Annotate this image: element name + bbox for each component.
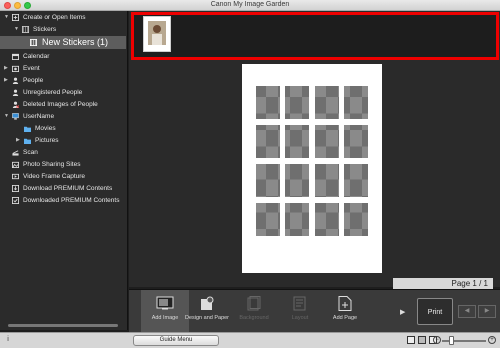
guide-menu-button[interactable]: Guide Menu (133, 335, 219, 346)
sidebar-item-download-premium-contents[interactable]: Download PREMIUM Contents (0, 183, 126, 194)
layout-label: Layout (291, 315, 309, 321)
sidebar-item-label: Unregistered People (23, 89, 83, 96)
folder-icon (24, 126, 31, 132)
sticker-frames (256, 86, 368, 236)
sidebar-item-event[interactable]: ▶ Event (0, 63, 126, 74)
sidebar-item-label: Stickers (33, 26, 57, 33)
download-premium-icon (12, 185, 19, 192)
sidebar-item-label: Calendar (23, 53, 50, 60)
sidebar: ▼ Create or Open Items ▼ Stickers New St… (0, 11, 128, 330)
next-page-button[interactable]: ▶ (478, 305, 496, 318)
folder-icon (24, 138, 31, 144)
sidebar-item-label: Movies (35, 125, 56, 132)
sidebar-item-stickers[interactable]: ▼ Stickers (0, 24, 126, 35)
sidebar-item-label: New Stickers (1) (42, 37, 109, 47)
sidebar-item-downloaded-premium-contents[interactable]: Downloaded PREMIUM Contents (0, 195, 126, 206)
zoom-in-icon[interactable]: + (488, 336, 496, 344)
sidebar-item-scan[interactable]: Scan (0, 147, 126, 158)
layout-icon (293, 296, 306, 311)
sidebar-item-label: Create or Open Items (23, 14, 86, 21)
sidebar-item-label: Photo Sharing Sites (23, 161, 81, 168)
design-paper-icon (201, 296, 214, 310)
sidebar-item-label: Download PREMIUM Contents (23, 185, 113, 192)
page-thumbnail[interactable] (143, 16, 171, 52)
zoom-slider-handle[interactable] (449, 336, 454, 345)
sidebar-item-label: UserName (23, 113, 55, 120)
expanded-arrow-icon[interactable]: ▼ (14, 24, 19, 35)
design-and-paper-button[interactable]: Design and Paper (183, 290, 231, 332)
collapsed-arrow-icon[interactable]: ▶ (4, 63, 8, 74)
sidebar-item-calendar[interactable]: Calendar (0, 51, 126, 62)
create-items-icon (12, 14, 19, 21)
collapsed-arrow-icon[interactable]: ▶ (16, 135, 20, 146)
calendar-icon (12, 53, 19, 60)
info-icon[interactable]: i (4, 336, 12, 344)
sidebar-item-new-stickers[interactable]: New Stickers (1) (0, 36, 126, 49)
sidebar-item-label: People (23, 77, 44, 84)
toolbar-scroll-right-icon[interactable]: ▶ (400, 308, 405, 316)
window-title: Canon My Image Garden (210, 1, 290, 8)
add-page-icon (338, 296, 352, 311)
expanded-arrow-icon[interactable]: ▼ (4, 111, 9, 122)
sidebar-item-label: Pictures (35, 137, 59, 144)
sidebar-item-create-or-open-items[interactable]: ▼ Create or Open Items (0, 12, 126, 23)
single-view-icon[interactable] (407, 336, 415, 344)
title-bar: Canon My Image Garden (0, 0, 500, 11)
scan-icon (12, 150, 19, 156)
sticker-layout-grid (256, 86, 368, 236)
collapsed-arrow-icon[interactable]: ▶ (4, 75, 8, 86)
layout-button[interactable]: Layout (276, 290, 324, 332)
video-capture-icon (12, 173, 19, 180)
thumbnail-photo (148, 21, 166, 45)
expanded-arrow-icon[interactable]: ▼ (4, 12, 9, 23)
sidebar-item-username[interactable]: ▼ UserName (0, 111, 126, 122)
background-label: Background (239, 315, 269, 321)
event-icon (12, 65, 19, 72)
background-button[interactable]: Background (230, 290, 278, 332)
add-page-label: Add Page (332, 315, 358, 321)
sidebar-item-label: Deleted Images of People (23, 101, 98, 108)
add-image-button[interactable]: Add Image (141, 290, 189, 332)
downloaded-premium-icon (12, 197, 19, 204)
add-image-icon (156, 296, 174, 310)
sidebar-item-label: Video Frame Capture (23, 173, 86, 180)
sidebar-item-deleted-images-of-people[interactable]: Deleted Images of People (0, 99, 126, 110)
sidebar-item-label: Scan (23, 149, 38, 156)
zoom-out-icon[interactable]: − (433, 336, 441, 344)
sidebar-resize-handle[interactable] (8, 324, 118, 327)
page-indicator: Page 1 / 1 (393, 278, 493, 289)
unregistered-people-icon (12, 89, 19, 96)
sidebar-item-unregistered-people[interactable]: Unregistered People (0, 87, 126, 98)
sidebar-item-people[interactable]: ▶ People (0, 75, 126, 86)
people-icon (12, 77, 19, 84)
page-thumbnail-strip (131, 12, 499, 60)
deleted-people-icon (12, 101, 19, 108)
stickers-icon (22, 26, 29, 33)
sticker-page-canvas[interactable] (242, 64, 382, 273)
sidebar-item-video-frame-capture[interactable]: Video Frame Capture (0, 171, 126, 182)
sidebar-item-movies[interactable]: Movies (0, 123, 126, 134)
add-page-button[interactable]: Add Page (321, 290, 369, 332)
thumbnail-view-icon[interactable] (418, 336, 426, 344)
previous-page-button[interactable]: ◀ (458, 305, 476, 318)
print-button[interactable]: Print (417, 298, 453, 325)
sidebar-item-label: Downloaded PREMIUM Contents (23, 197, 120, 204)
photo-sharing-icon (12, 161, 19, 168)
computer-icon (12, 113, 19, 120)
design-paper-label: Design and Paper (184, 315, 230, 321)
sidebar-item-pictures[interactable]: ▶ Pictures (0, 135, 126, 146)
background-icon (247, 296, 261, 311)
sidebar-item-photo-sharing-sites[interactable]: Photo Sharing Sites (0, 159, 126, 170)
sidebar-item-label: Event (23, 65, 40, 72)
person-photo-icon (148, 21, 166, 45)
add-image-label: Add Image (151, 315, 179, 321)
sticker-doc-icon (30, 39, 37, 46)
